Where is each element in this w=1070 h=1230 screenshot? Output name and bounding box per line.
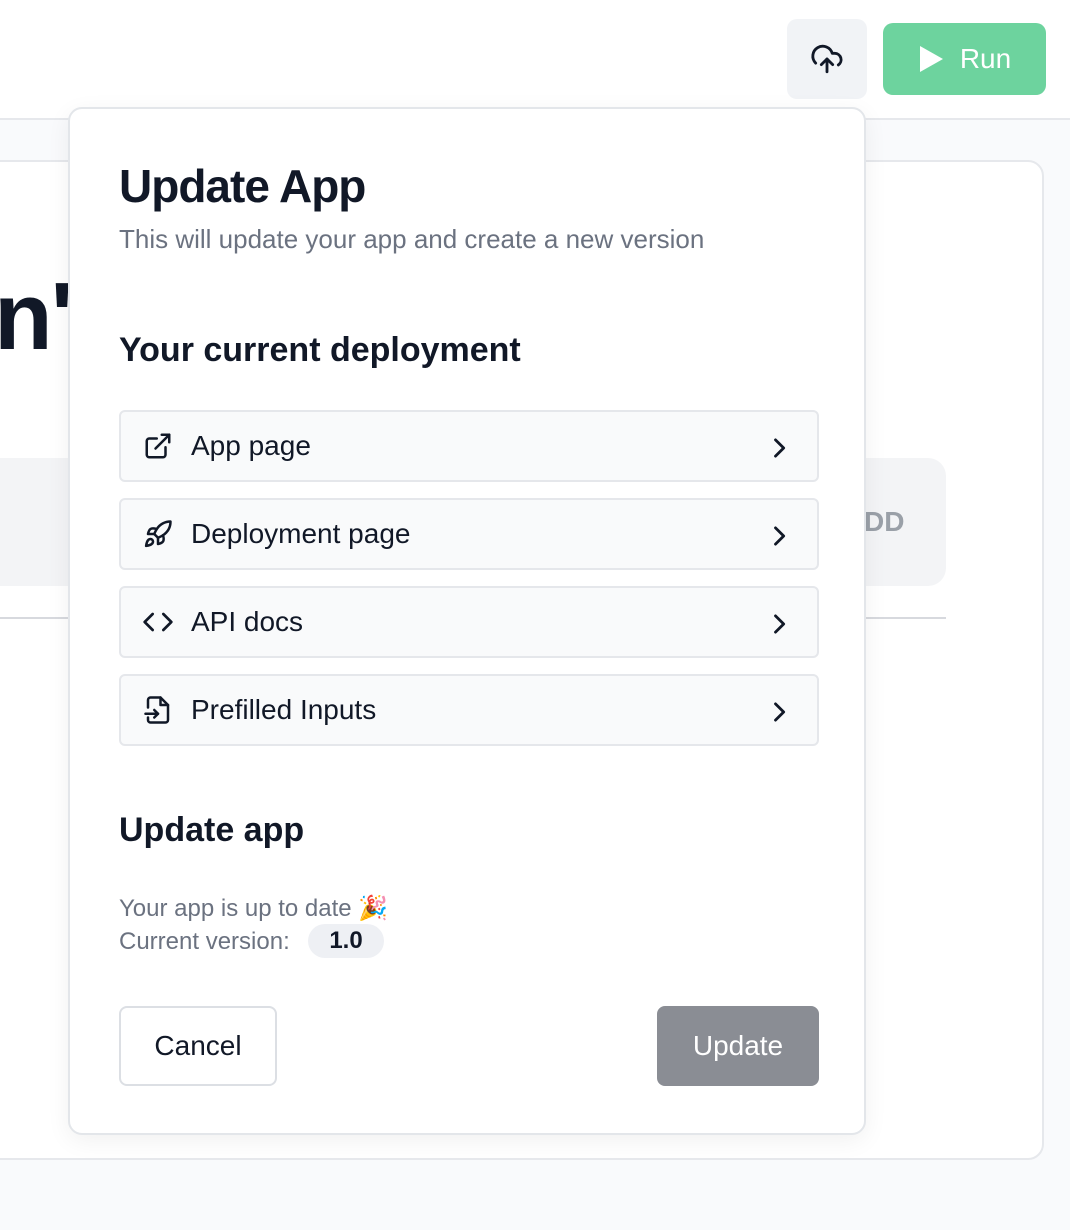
run-button[interactable]: Run — [883, 23, 1046, 95]
modal-title: Update App — [119, 160, 366, 212]
chevron-right-icon — [774, 614, 786, 634]
file-input-icon — [141, 693, 175, 727]
prefilled-inputs-label: Prefilled Inputs — [191, 694, 377, 725]
cloud-upload-icon — [811, 44, 843, 74]
external-link-icon — [141, 429, 175, 463]
api-docs-link[interactable]: API docs — [119, 586, 819, 658]
chevron-right-icon — [774, 702, 786, 722]
rocket-icon — [141, 517, 175, 551]
app-page-link[interactable]: App page — [119, 410, 819, 482]
deployment-section-title: Your current deployment — [119, 331, 521, 369]
deployment-page-label: Deployment page — [191, 518, 411, 549]
chevron-right-icon — [774, 526, 786, 546]
background-heading: n' — [0, 263, 73, 370]
api-docs-label: API docs — [191, 606, 304, 637]
version-badge: 1.0 — [308, 924, 384, 958]
current-version-label: Current version: — [119, 928, 290, 955]
modal-subtitle: This will update your app and create a n… — [119, 224, 705, 254]
top-bar: Run — [0, 0, 1070, 120]
play-icon — [919, 46, 943, 72]
upload-button[interactable] — [787, 19, 867, 99]
chevron-right-icon — [774, 438, 786, 458]
up-to-date-status: Your app is up to date 🎉 — [119, 895, 389, 922]
deployment-page-link[interactable]: Deployment page — [119, 498, 819, 570]
update-button[interactable]: Update — [657, 1006, 819, 1086]
background-input-text: DD — [864, 506, 905, 537]
update-section-title: Update app — [119, 811, 305, 849]
prefilled-inputs-link[interactable]: Prefilled Inputs — [119, 674, 819, 746]
update-app-modal: Update App This will update your app and… — [68, 107, 866, 1135]
app-page-label: App page — [191, 430, 311, 461]
code-icon — [141, 605, 175, 639]
cancel-button[interactable]: Cancel — [119, 1006, 277, 1086]
run-label: Run — [959, 43, 1012, 74]
